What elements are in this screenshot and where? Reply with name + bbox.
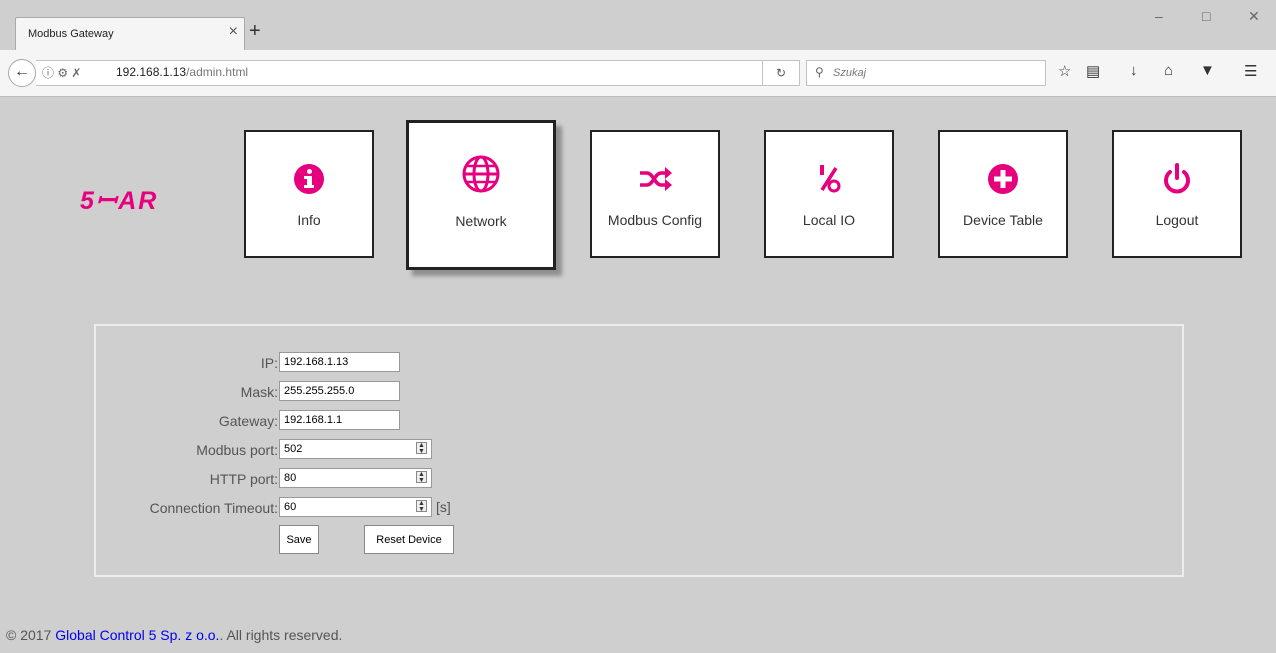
save-button[interactable]: Save bbox=[279, 525, 319, 554]
clipboard-icon[interactable]: ▤ bbox=[1086, 62, 1100, 80]
nav-tile-device-table[interactable]: Device Table bbox=[938, 130, 1068, 258]
nav-label-modbus-config: Modbus Config bbox=[607, 212, 703, 228]
ip-label: IP: bbox=[260, 355, 278, 371]
mask-row: Mask: bbox=[96, 381, 278, 401]
http-port-input[interactable] bbox=[279, 468, 432, 488]
modbus-port-row: Modbus port: bbox=[96, 439, 278, 459]
pocket-icon[interactable]: ▼ bbox=[1200, 62, 1215, 79]
footer-rights: . All rights reserved. bbox=[219, 627, 343, 643]
footer-copyright: © 2017 bbox=[6, 627, 56, 643]
info-icon bbox=[246, 162, 372, 196]
nav-tile-modbus-config[interactable]: Modbus Config bbox=[590, 130, 720, 258]
nav-label-logout: Logout bbox=[1155, 212, 1199, 228]
url-text: 192.168.1.13/admin.html bbox=[116, 65, 249, 79]
nav-label-info: Info bbox=[297, 212, 321, 228]
mask-input[interactable] bbox=[279, 381, 400, 401]
modbus-port-input[interactable] bbox=[279, 439, 432, 459]
nav-label-local-io: Local IO bbox=[802, 212, 856, 228]
power-icon bbox=[1114, 162, 1240, 196]
home-icon[interactable]: ⌂ bbox=[1164, 62, 1173, 79]
http-port-spinner-icon[interactable]: ▲ ▼ bbox=[416, 471, 427, 484]
timeout-spinner-icon[interactable]: ▲ ▼ bbox=[416, 500, 427, 513]
http-port-row: HTTP port: bbox=[96, 468, 278, 488]
shuffle-icon bbox=[592, 162, 718, 196]
search-input[interactable] bbox=[831, 63, 1035, 83]
minimize-icon[interactable]: – bbox=[1155, 8, 1163, 24]
percent-icon bbox=[766, 162, 892, 196]
maximize-icon[interactable]: □ bbox=[1202, 8, 1210, 24]
timeout-row: Connection Timeout: bbox=[96, 497, 278, 517]
search-icon: ⚲ bbox=[815, 65, 824, 79]
timeout-label: Connection Timeout: bbox=[149, 500, 278, 516]
search-box[interactable]: ⚲ bbox=[806, 60, 1046, 86]
menu-icon[interactable]: ☰ bbox=[1244, 62, 1257, 80]
tab-title: Modbus Gateway bbox=[28, 28, 114, 40]
mask-label: Mask: bbox=[240, 384, 278, 400]
browser-nav-bar: ← ⓘ ⚙ ✗ 192.168.1.13/admin.html ↻ ⚲ ☆ ▤ … bbox=[0, 50, 1276, 97]
nav-tile-network[interactable]: Network bbox=[406, 120, 556, 270]
plus-circle-icon bbox=[940, 162, 1066, 196]
http-port-label: HTTP port: bbox=[209, 471, 278, 487]
gateway-label: Gateway: bbox=[218, 413, 278, 429]
ip-row: IP: bbox=[96, 352, 278, 372]
star-icon[interactable]: ☆ bbox=[1058, 62, 1071, 80]
star-logo: 5ꟷAR bbox=[80, 187, 159, 215]
timeout-input[interactable] bbox=[279, 497, 432, 517]
close-window-icon[interactable]: ✕ bbox=[1248, 8, 1260, 25]
modbus-port-label: Modbus port: bbox=[196, 442, 278, 458]
new-tab-icon[interactable]: + bbox=[249, 20, 261, 43]
reload-icon[interactable]: ↻ bbox=[762, 60, 800, 86]
nav-label-network: Network bbox=[455, 213, 507, 229]
browser-tab[interactable]: Modbus Gateway × bbox=[15, 17, 245, 51]
company-link[interactable]: Global Control 5 Sp. z o.o. bbox=[55, 627, 219, 643]
tab-close-icon[interactable]: × bbox=[229, 23, 238, 41]
download-icon[interactable]: ↓ bbox=[1130, 62, 1138, 79]
url-bar[interactable]: ⓘ ⚙ ✗ 192.168.1.13/admin.html bbox=[36, 60, 797, 86]
globe-icon bbox=[409, 155, 553, 193]
gateway-row: Gateway: bbox=[96, 410, 278, 430]
browser-tab-bar: Modbus Gateway × + – □ ✕ bbox=[0, 0, 1276, 51]
timeout-unit: [s] bbox=[436, 499, 451, 515]
nav-tile-info[interactable]: Info bbox=[244, 130, 374, 258]
gateway-input[interactable] bbox=[279, 410, 400, 430]
back-arrow-icon[interactable]: ← bbox=[8, 59, 36, 87]
modbus-port-spinner-icon[interactable]: ▲ ▼ bbox=[416, 442, 427, 455]
network-settings-panel: IP: Mask: Gateway: Modbus port: ▲▼ HTTP … bbox=[94, 324, 1184, 577]
site-info-icon[interactable]: ⓘ ⚙ ✗ bbox=[42, 64, 81, 81]
nav-tile-local-io[interactable]: Local IO bbox=[764, 130, 894, 258]
reset-device-button[interactable]: Reset Device bbox=[364, 525, 454, 554]
footer: © 2017 Global Control 5 Sp. z o.o.. All … bbox=[6, 627, 342, 643]
ip-input[interactable] bbox=[279, 352, 400, 372]
nav-label-device-table: Device Table bbox=[963, 212, 1043, 228]
nav-tile-logout[interactable]: Logout bbox=[1112, 130, 1242, 258]
